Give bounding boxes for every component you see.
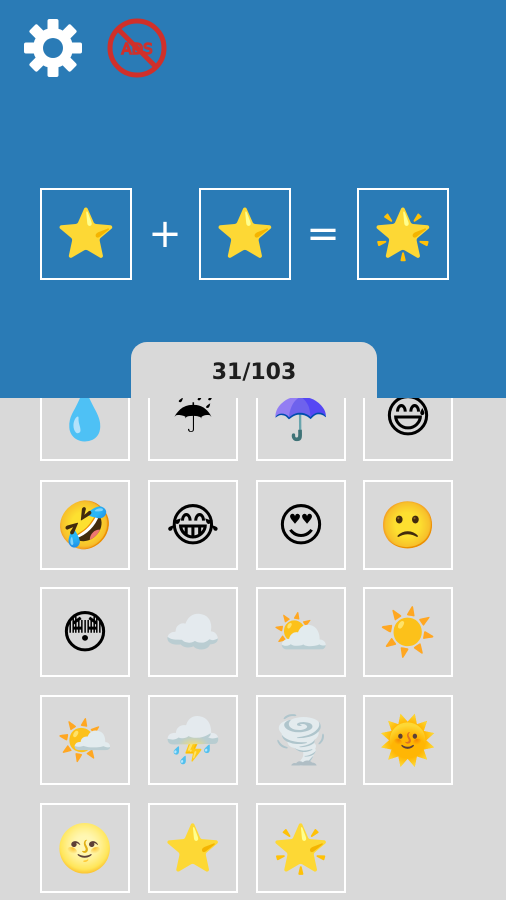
plus-sign: + [148,211,182,257]
element-tile[interactable]: 😳 [40,587,130,677]
element-emoji: ⛈️ [164,713,222,767]
header-panel: ADS ⭐ + ⭐ = 🌟 [0,0,506,398]
element-tile[interactable]: 🙁 [363,480,453,570]
element-emoji: 😅 [384,398,432,443]
equals-sign: = [306,211,340,257]
element-emoji: 🤣 [56,498,114,552]
remove-ads-button[interactable]: ADS [106,17,168,79]
element-tile[interactable]: ⛈️ [148,695,238,785]
element-emoji: 🌪️ [272,713,330,767]
result-slot[interactable]: 🌟 [357,188,449,280]
element-tile[interactable]: 😂 [148,480,238,570]
element-tile[interactable]: 🌝 [40,803,130,893]
discovery-counter: 31/103 [131,342,377,402]
element-tile[interactable]: ☁️ [148,587,238,677]
element-tile[interactable]: 😍 [256,480,346,570]
element-emoji: ☁️ [164,605,222,659]
element-tile[interactable]: ⛅ [256,587,346,677]
element-tile[interactable]: 🤣 [40,480,130,570]
element-tile[interactable]: ⭐ [148,803,238,893]
element-tile[interactable]: 🌞 [363,695,453,785]
element-emoji: 🌞 [379,713,437,767]
input-a-emoji: ⭐ [56,206,116,262]
element-tile[interactable]: ☂️ [256,398,346,461]
element-emoji: ☀️ [379,605,437,659]
element-emoji: 🙁 [379,498,437,552]
element-emoji: 😳 [61,605,109,659]
input-b-emoji: ⭐ [215,206,275,262]
element-emoji: 🌤️ [56,713,114,767]
element-tile[interactable]: 🌪️ [256,695,346,785]
element-emoji: 🌟 [272,821,330,875]
input-slot-a[interactable]: ⭐ [40,188,132,280]
element-emoji: 🌝 [56,821,114,875]
combination-formula: ⭐ + ⭐ = 🌟 [0,188,506,280]
gear-icon [24,19,82,77]
element-emoji: ☔ [172,398,214,443]
element-tile[interactable]: 😅 [363,398,453,461]
element-tile[interactable]: ☀️ [363,587,453,677]
element-tile[interactable]: 🌤️ [40,695,130,785]
settings-button[interactable] [22,17,84,79]
element-emoji: ⛅ [272,605,330,659]
element-emoji: 😍 [277,498,325,552]
element-emoji: 😂 [166,498,220,552]
element-emoji: ⭐ [164,821,222,875]
element-emoji: ☂️ [272,398,330,443]
element-grid[interactable]: 💧 ☔ ☂️ 😅 🤣 😂 😍 🙁 😳 ☁️ ⛅ ☀️ 🌤️ ⛈️ 🌪️ 🌞 🌝 ⭐ 🌟 [0,398,506,900]
element-emoji: 💧 [56,398,114,443]
no-ads-icon: ADS [107,18,167,78]
element-tile[interactable]: ☔ [148,398,238,461]
input-slot-b[interactable]: ⭐ [199,188,291,280]
result-emoji: 🌟 [373,206,433,262]
element-tile[interactable]: 💧 [40,398,130,461]
element-tile[interactable]: 🌟 [256,803,346,893]
